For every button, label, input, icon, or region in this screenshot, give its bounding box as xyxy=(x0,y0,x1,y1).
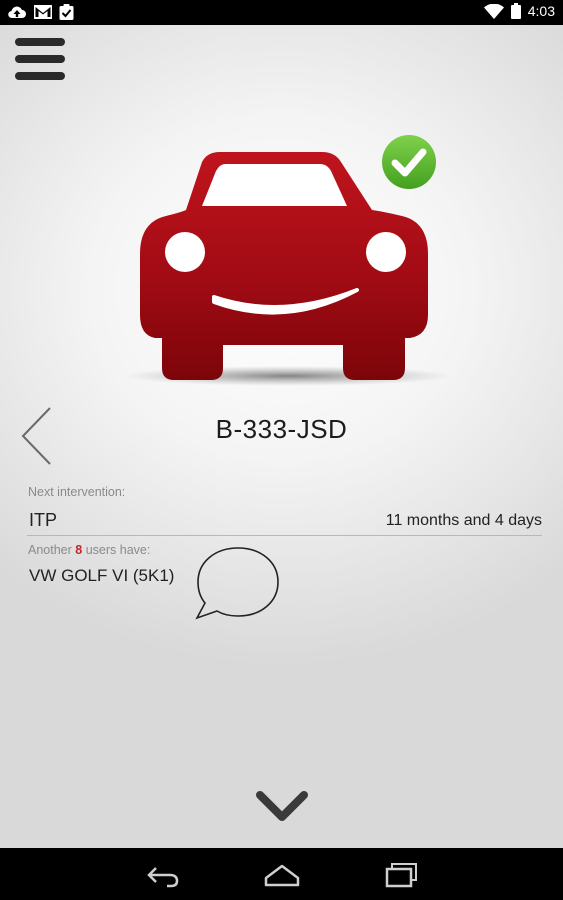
clock: 4:03 xyxy=(527,3,555,19)
community-label: Another 8 users have: xyxy=(28,543,151,557)
menu-button[interactable] xyxy=(15,38,65,82)
wifi-icon xyxy=(483,3,504,19)
check-circle-icon xyxy=(382,135,436,189)
status-bar: 4:03 xyxy=(0,0,563,25)
speech-bubble-icon[interactable] xyxy=(193,545,283,623)
intervention-type: ITP xyxy=(29,510,58,530)
system-navigation-bar xyxy=(0,848,563,900)
gmail-icon xyxy=(34,5,52,19)
intervention-time-left: 11 months and 4 days xyxy=(385,512,542,529)
hamburger-menu-icon xyxy=(15,38,65,82)
battery-icon xyxy=(510,3,521,19)
home-icon[interactable] xyxy=(262,860,302,890)
car-illustration xyxy=(123,135,450,386)
next-intervention-label: Next intervention: xyxy=(28,485,126,499)
clipboard-check-icon xyxy=(59,4,74,20)
cloud-upload-icon xyxy=(8,6,26,19)
back-icon[interactable] xyxy=(142,860,182,890)
user-count: 8 xyxy=(75,543,83,557)
chevron-down-icon[interactable] xyxy=(255,790,309,824)
vehicle-model: VW GOLF VI (5K1) xyxy=(29,566,175,585)
recent-apps-icon[interactable] xyxy=(382,860,422,890)
license-plate: B-333-JSD xyxy=(215,414,348,444)
divider xyxy=(27,535,542,536)
